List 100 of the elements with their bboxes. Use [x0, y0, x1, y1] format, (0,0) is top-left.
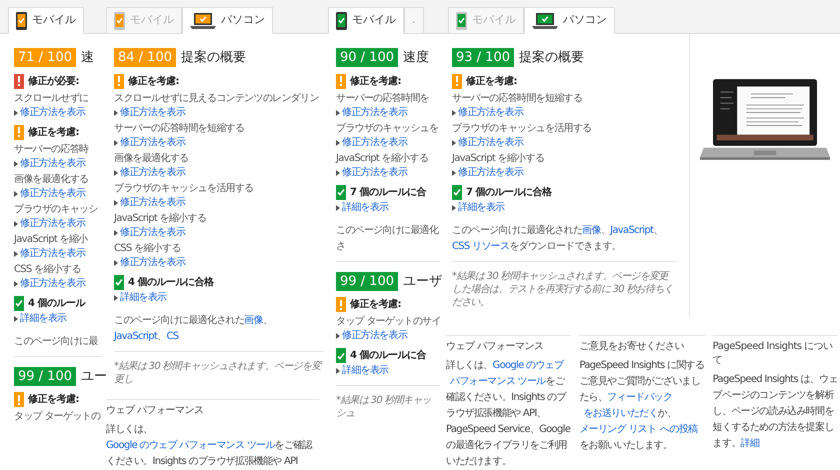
text-link[interactable]: への投稿 — [660, 424, 698, 435]
caret-icon — [336, 110, 340, 116]
footer-title: ウェブ パフォーマンス — [446, 340, 545, 354]
details-link[interactable]: 修正方法を表示 — [452, 106, 524, 118]
section-title: 提案の概要 — [519, 49, 584, 67]
rule-text: ブラウザのキャッシ — [14, 202, 98, 216]
details-link[interactable]: 修正方法を表示 — [114, 256, 186, 268]
rule-text: JavaScript を縮小 — [14, 232, 88, 246]
status-heading: 修正を考慮: — [28, 393, 79, 406]
rule-text: ブラウザのキャッシュを活用する — [114, 182, 254, 194]
text-link[interactable]: Google のウェブ パフォーマンス ツール — [106, 440, 275, 451]
details-link[interactable]: 修正方法を表示 — [336, 136, 408, 148]
score-badge: 99 / 100 — [14, 366, 76, 386]
caret-icon — [14, 316, 18, 322]
details-link[interactable]: 詳細を表示 — [452, 202, 505, 214]
section-title: 速 — [81, 49, 94, 67]
rule-text: ブラウザのキャッシュを活用する — [452, 122, 592, 134]
rule-text: ブラウザのキャッシュを — [336, 122, 438, 134]
text-link[interactable]: 画像 — [244, 314, 263, 326]
details-link[interactable]: 修正方法を表示 — [336, 166, 408, 178]
status-heading: 修正が必要: — [28, 74, 79, 88]
device-tab[interactable]: モバイル — [8, 7, 84, 34]
details-link[interactable]: 修正方法を表示 — [14, 278, 86, 290]
rule-text: サーバーの応答時間を — [336, 92, 430, 104]
details-link[interactable]: 修正方法を表示 — [114, 196, 186, 208]
score-badge: 90 / 100 — [336, 48, 398, 68]
details-link[interactable]: 修正方法を表示 — [14, 218, 86, 230]
details-link[interactable]: 修正方法を表示 — [114, 166, 186, 178]
details-link[interactable]: 修正方法を表示 — [114, 136, 186, 148]
details-link[interactable]: 詳細を表示 — [14, 312, 67, 324]
details-link[interactable]: 修正方法を表示 — [14, 158, 86, 170]
status-heading: 修正を考慮: — [128, 74, 179, 88]
details-link[interactable]: 修正方法を表示 — [336, 330, 408, 342]
caret-icon — [114, 110, 118, 116]
rule-text: スクロールせずに見えるコンテンツのレンダリン — [114, 92, 319, 104]
rule-text: CSS を縮小する — [14, 262, 81, 276]
caret-icon — [14, 220, 18, 226]
text-link[interactable]: 詳細 — [740, 438, 760, 449]
rule-text: 画像を最適化する — [114, 152, 188, 164]
text-link[interactable]: JavaScript — [610, 224, 654, 236]
status-heading: 4 個のルールに合格 — [128, 276, 214, 288]
caret-icon — [336, 170, 340, 176]
details-link[interactable]: 修正方法を表示 — [452, 166, 524, 178]
text-link[interactable]: JavaScript — [114, 330, 158, 342]
note-text: 詳しくは、Google のウェブ パフォーマンス ツールをご確認ください。Insights のブラウザ拡張機能や API、PageSpeed Service、Google の最適化ライブラリをご利用いただけます。 — [446, 360, 570, 467]
text-link[interactable]: CSS リソース — [452, 240, 510, 252]
details-link[interactable]: 詳細を表示 — [336, 202, 389, 214]
details-link[interactable]: 修正方法を表示 — [114, 226, 186, 238]
text-link[interactable]: Google のウェブ — [492, 360, 564, 371]
note-text: PageSpeed Insights は、ウェブページのコンテンツを解析し、ページの読み込み時間を短くするための方法を提案します。詳細 — [712, 374, 838, 449]
status-heading: 7 個のルールに合 — [350, 186, 426, 198]
status-heading: 修正を考慮: — [350, 74, 401, 88]
details-link[interactable]: 修正方法を表示 — [14, 248, 86, 260]
caret-icon — [452, 140, 456, 146]
text-link[interactable]: パフォーマンス ツール — [450, 376, 546, 387]
details-link[interactable]: 修正方法を表示 — [336, 106, 408, 118]
device-tab[interactable]: モバイル — [328, 7, 404, 34]
caret-icon — [114, 294, 118, 300]
caret-icon — [114, 140, 118, 146]
cache-note: *結果は 30 秒間キャッシュされます。ページを変更し — [114, 360, 324, 386]
caret-icon — [14, 110, 18, 116]
rule-text: サーバーの応答時間を短縮する — [114, 122, 244, 134]
details-link[interactable]: 修正方法を表示 — [452, 136, 524, 148]
status-heading: 修正を考慮: — [350, 298, 401, 311]
caret-icon — [452, 204, 456, 210]
details-link[interactable]: 詳細を表示 — [336, 365, 389, 377]
device-tab[interactable]: パソコン — [524, 7, 615, 34]
footer-title: ウェブ パフォーマンス — [106, 404, 205, 418]
device-tab[interactable]: パソコン — [182, 7, 273, 34]
caret-icon — [336, 368, 340, 374]
caret-icon — [336, 204, 340, 210]
text-link[interactable]: 画像 — [582, 224, 601, 236]
section-title: 提案の概要 — [181, 49, 246, 67]
caret-icon — [14, 190, 18, 196]
text-link[interactable]: CS — [166, 330, 178, 342]
rule-text: サーバーの応答時 — [14, 142, 88, 156]
text-link[interactable]: をお送りいただく — [583, 408, 658, 419]
score-badge: 99 / 100 — [336, 272, 398, 291]
status-heading: 4 個のルール — [28, 296, 85, 310]
rule-text: 画像を最適化する — [14, 172, 88, 186]
cache-note: *結果は 30 秒間キャッシュされます。ページを変更した場合は、テストを再実行する前に 30 秒お待ちください。 — [452, 270, 674, 308]
rule-text: タップ ターゲットのサイ — [336, 315, 441, 328]
rule-text: CSS を縮小する — [114, 242, 181, 254]
caret-icon — [114, 260, 118, 266]
text-link[interactable]: フィードバック — [607, 392, 672, 403]
details-link[interactable]: 修正方法を表示 — [114, 106, 186, 118]
score-badge: 93 / 100 — [452, 48, 514, 68]
cache-note: *結果は 30 秒間キャッシュ — [336, 394, 432, 420]
score-badge: 84 / 100 — [114, 48, 176, 68]
text-link[interactable]: メーリング リスト — [579, 424, 656, 435]
rule-text: JavaScript を縮小する — [452, 152, 544, 164]
details-link[interactable]: 修正方法を表示 — [14, 106, 86, 118]
details-link[interactable]: 詳細を表示 — [114, 292, 167, 304]
status-heading: 4 個のルールに合 — [350, 349, 426, 362]
rule-text: タップ ターゲットの — [14, 410, 100, 423]
details-link[interactable]: 修正方法を表示 — [14, 188, 86, 200]
caret-icon — [114, 200, 118, 206]
caret-icon — [14, 250, 18, 256]
caret-icon — [336, 140, 340, 146]
note-text: このページ向けに最適化された画像、JavaScript、 CSS リソースをダウンロードできます。 — [452, 224, 663, 252]
